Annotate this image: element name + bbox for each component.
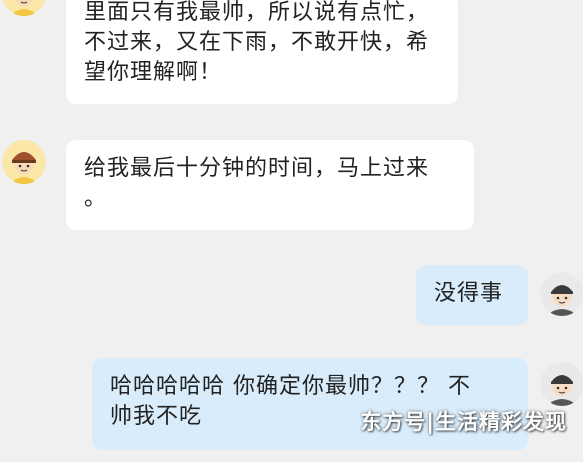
message-bubble-incoming[interactable]: 里面只有我最帅，所以说有点忙， 不过来，又在下雨，不敢开快，希 望你理解啊！ [66,0,458,104]
courier-avatar-icon [2,0,46,16]
message-bubble-outgoing[interactable]: 没得事 [416,265,528,325]
message-bubble-outgoing[interactable]: 哈哈哈哈哈 你确定你最帅？？？ 不 帅我不吃 [92,358,528,450]
user-avatar[interactable] [540,362,583,406]
courier-avatar[interactable] [2,0,46,16]
courier-avatar-icon [2,140,46,184]
message-bubble-incoming[interactable]: 给我最后十分钟的时间，马上过来 。 [66,140,474,230]
chat-thread: 里面只有我最帅，所以说有点忙， 不过来，又在下雨，不敢开快，希 望你理解啊！ 给… [0,0,583,462]
source-watermark: 东方号|生活精彩发现 [360,410,567,434]
courier-avatar[interactable] [2,140,46,184]
user-avatar-icon [540,362,583,406]
user-avatar-icon [540,272,583,316]
user-avatar[interactable] [540,272,583,316]
